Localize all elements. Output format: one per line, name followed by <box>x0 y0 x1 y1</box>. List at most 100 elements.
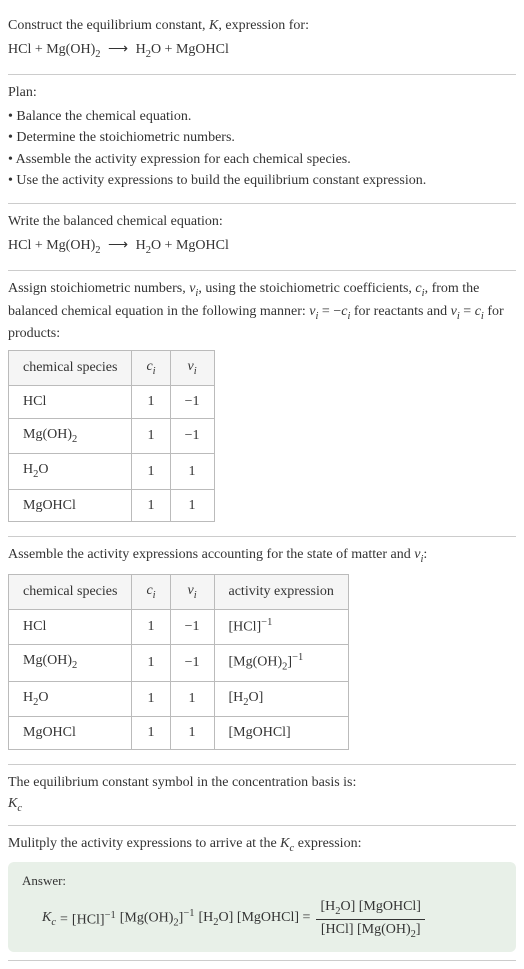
c: c <box>51 917 56 928</box>
th-ci: ci <box>132 574 170 609</box>
e: [MgOHCl] <box>229 725 291 740</box>
plan-item: • Balance the chemical equation. <box>8 107 516 127</box>
td-expr: [HCl]−1 <box>214 610 348 644</box>
sf: O <box>38 462 48 477</box>
title: Construct the equilibrium constant, K, e… <box>8 16 516 36</box>
eq-arrow: ⟶ <box>108 238 128 253</box>
balanced-title: Write the balanced chemical equation: <box>8 212 516 232</box>
term3: [H2O] [MgOHCl] = <box>199 908 311 930</box>
eq-arrow: ⟶ <box>108 42 128 57</box>
t: Assemble the activity expressions accoun… <box>8 547 414 562</box>
eq-right1: H <box>136 238 146 253</box>
symbol-section: The equilibrium constant symbol in the c… <box>8 765 516 826</box>
stoich-section: Assign stoichiometric numbers, νi , using… <box>8 271 516 537</box>
th-activity: activity expression <box>214 574 348 609</box>
eq-sub1: 2 <box>95 48 100 59</box>
table-row: MgOHCl 1 1 [MgOHCl] <box>9 717 349 750</box>
k: K <box>8 796 17 811</box>
k: K <box>280 836 289 851</box>
td-vi: 1 <box>170 489 214 522</box>
plan-item: • Assemble the activity expression for e… <box>8 150 516 170</box>
answer-formula: Kc = [HCl]−1 [Mg(OH)2]−1 [H2O] [MgOHCl] … <box>22 897 502 943</box>
activity-section: Assemble the activity expressions accoun… <box>8 537 516 764</box>
exp: −1 <box>261 617 272 628</box>
activity-table: chemical species ci νi activity expressi… <box>8 574 349 750</box>
td-ci: 1 <box>132 717 170 750</box>
td-ci: 1 <box>132 644 170 681</box>
eq-right2: O + MgOHCl <box>151 238 229 253</box>
table-header-row: chemical species ci νi activity expressi… <box>9 574 349 609</box>
header-section: Construct the equilibrium constant, K, e… <box>8 8 516 75</box>
th-species: chemical species <box>9 574 132 609</box>
e: −1 <box>183 908 194 919</box>
answer-box: Answer: Kc = [HCl]−1 [Mg(OH)2]−1 [H2O] [… <box>8 862 516 952</box>
symbol-text: The equilibrium constant symbol in the c… <box>8 773 516 793</box>
n: H <box>23 690 33 705</box>
td-species: MgOHCl <box>9 717 132 750</box>
term2: [Mg(OH)2]−1 <box>120 907 195 931</box>
table-row: Mg(OH)2 1 −1 [Mg(OH)2]−1 <box>9 644 349 681</box>
td-expr: [MgOHCl] <box>214 717 348 750</box>
td-vi: −1 <box>170 610 214 644</box>
header-equation: HCl + Mg(OH)2 ⟶ H2O + MgOHCl <box>8 40 516 62</box>
kc: Kc <box>42 908 56 930</box>
td-vi: 1 <box>170 717 214 750</box>
td-ci: 1 <box>132 454 170 489</box>
th-ci: ci <box>132 350 170 385</box>
td-species: MgOHCl <box>9 489 132 522</box>
denominator: [HCl] [Mg(OH)2] <box>317 920 425 942</box>
td-vi: −1 <box>170 418 214 453</box>
td-vi: 1 <box>170 454 214 489</box>
eq-left: HCl + Mg(OH) <box>8 42 95 57</box>
t: O] [MgOHCl] <box>340 899 421 914</box>
table-row: HCl 1 −1 [HCl]−1 <box>9 610 349 644</box>
t: [H <box>320 899 335 914</box>
th-vi: νi <box>170 350 214 385</box>
stoich-text: Assign stoichiometric numbers, νi, using… <box>8 279 516 344</box>
eq-left: HCl + Mg(OH) <box>8 238 95 253</box>
t: for reactants and <box>350 304 450 319</box>
n: MgOHCl <box>23 725 76 740</box>
n: HCl <box>23 394 46 409</box>
vi-sub: i <box>194 365 197 376</box>
t: O] [MgOHCl] = <box>219 910 311 925</box>
ep: O] <box>249 690 264 705</box>
plan-section: Plan: • Balance the chemical equation. •… <box>8 75 516 204</box>
activity-title: Assemble the activity expressions accoun… <box>8 545 516 567</box>
table-row: MgOHCl 1 1 <box>9 489 215 522</box>
td-species: HCl <box>9 386 132 419</box>
t: [HCl] <box>72 913 105 928</box>
title-k: K <box>209 18 218 33</box>
n: HCl <box>23 619 46 634</box>
e: [HCl] <box>229 620 262 635</box>
plan-item: • Use the activity expressions to build … <box>8 171 516 191</box>
k: K <box>42 910 51 925</box>
answer-label: Answer: <box>22 872 502 890</box>
title-suffix: , expression for: <box>218 18 309 33</box>
td-vi: −1 <box>170 644 214 681</box>
n: Mg(OH) <box>23 427 72 442</box>
t: Assign stoichiometric numbers, <box>8 281 189 296</box>
plan-list: • Balance the chemical equation. • Deter… <box>8 107 516 191</box>
t: , using the stoichiometric coefficients, <box>198 281 415 296</box>
kc-symbol: Kc <box>8 794 516 816</box>
t: : <box>423 547 427 562</box>
table-header-row: chemical species ci νi <box>9 350 215 385</box>
td-vi: −1 <box>170 386 214 419</box>
balanced-section: Write the balanced chemical equation: HC… <box>8 204 516 271</box>
plan-item: • Determine the stoichiometric numbers. <box>8 128 516 148</box>
td-ci: 1 <box>132 418 170 453</box>
t: = − <box>318 304 341 319</box>
th-vi: νi <box>170 574 214 609</box>
n: MgOHCl <box>23 498 76 513</box>
td-ci: 1 <box>132 610 170 644</box>
term1: [HCl]−1 <box>72 909 116 930</box>
td-ci: 1 <box>132 489 170 522</box>
s: 2 <box>72 660 77 671</box>
vi-sub: i <box>194 590 197 601</box>
t: expression: <box>294 836 361 851</box>
ci-sub: i <box>153 590 156 601</box>
c: c <box>17 803 22 814</box>
n: H <box>23 462 33 477</box>
t: [HCl] [Mg(OH) <box>321 922 411 937</box>
